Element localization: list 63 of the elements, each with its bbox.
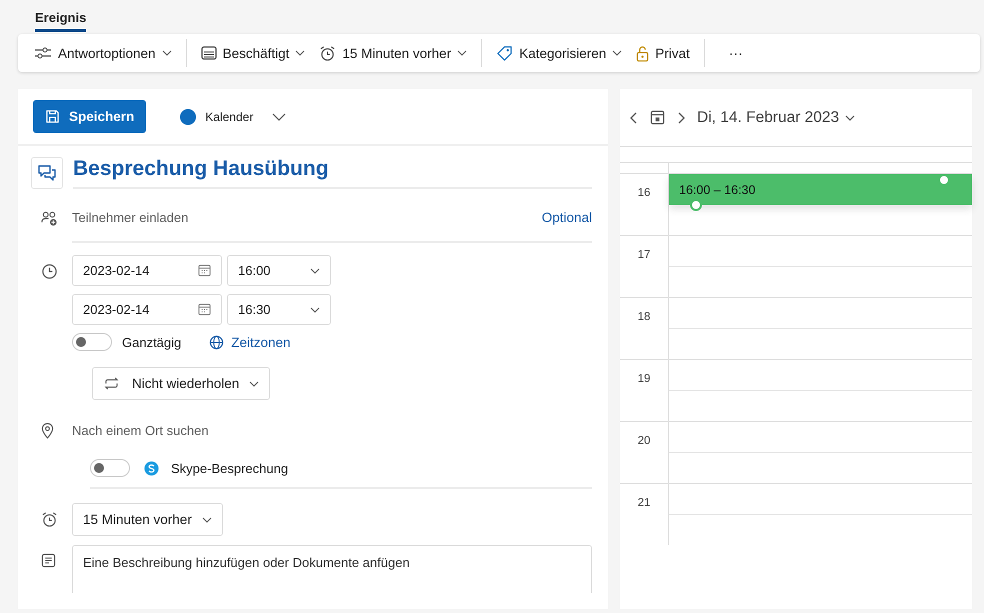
toolbar-dropdown[interactable]: Antwortoptionen xyxy=(28,38,178,68)
chevron-down-icon xyxy=(272,112,286,120)
hour-label: 20 xyxy=(636,434,652,449)
chevron-down-icon xyxy=(162,50,172,56)
padlock-icon xyxy=(636,44,650,62)
all-day-toggle[interactable] xyxy=(72,333,112,351)
chevron-down-icon xyxy=(202,516,212,522)
online-meeting-toggle[interactable] xyxy=(90,459,130,477)
alarm-clock-icon xyxy=(319,44,336,62)
attendees-field[interactable]: Teilnehmer einladen xyxy=(72,210,188,224)
calendar-picker[interactable]: Kalender xyxy=(174,108,292,126)
location-pin-icon xyxy=(41,422,54,438)
toolbar-button[interactable]: Privat xyxy=(630,38,696,68)
tag-icon xyxy=(496,44,514,62)
toolbar-dropdown[interactable]: 15 Minuten vorher xyxy=(313,38,474,68)
date-picker-button[interactable]: Di, 14. Februar 2023 xyxy=(697,108,856,126)
timezones-link[interactable]: Zeitzonen xyxy=(209,334,291,350)
alarm-clock-icon xyxy=(41,511,58,528)
toolbar-dropdown[interactable]: Beschäftigt xyxy=(194,38,312,68)
save-button[interactable]: Speichern xyxy=(33,100,146,133)
hour-label: 18 xyxy=(636,310,652,325)
hour-label: 21 xyxy=(636,496,652,511)
next-day-button[interactable] xyxy=(677,112,685,124)
chevron-down-icon xyxy=(249,380,260,386)
more-button[interactable]: ··· xyxy=(712,38,759,68)
skype-icon xyxy=(144,460,159,476)
description-field[interactable]: Eine Beschreibung hinzufügen oder Dokumente anfügen xyxy=(72,545,592,593)
optional-link[interactable]: Optional xyxy=(542,210,592,224)
chevron-down-icon xyxy=(310,306,320,312)
chat-icon xyxy=(31,157,63,189)
location-field[interactable]: Nach einem Ort suchen xyxy=(72,422,209,438)
hour-slot[interactable]: 16:00 – 16:30 xyxy=(668,174,972,235)
previous-day-button[interactable] xyxy=(630,112,638,124)
hour-label: 17 xyxy=(636,248,652,263)
time-dropdown[interactable]: 16:00 xyxy=(227,255,331,286)
all-day-label: Ganztägig xyxy=(122,334,182,350)
calendar-icon xyxy=(198,303,211,316)
people-add-icon xyxy=(41,210,58,226)
chevron-down-icon xyxy=(612,50,622,56)
today-button[interactable] xyxy=(650,110,665,125)
event-block[interactable]: 16:00 – 16:30 xyxy=(669,174,972,205)
hour-label: 16 xyxy=(636,186,652,201)
reminder-dropdown[interactable]: 15 Minuten vorher xyxy=(72,503,223,536)
skype-meeting-label: Skype-Besprechung xyxy=(171,460,288,476)
hour-label: 19 xyxy=(636,372,652,387)
resize-handle[interactable] xyxy=(690,199,702,211)
time-dropdown[interactable]: 16:30 xyxy=(227,294,331,325)
note-icon xyxy=(41,553,56,568)
calendar-icon xyxy=(198,264,211,277)
chevron-down-icon xyxy=(457,50,468,56)
busy-icon xyxy=(200,46,217,60)
repeat-dropdown[interactable]: Nicht wiederholen xyxy=(92,367,270,400)
event-title[interactable]: Besprechung Hausübung xyxy=(73,157,329,180)
globe-icon xyxy=(209,334,224,350)
date-field[interactable]: 2023-02-14 xyxy=(72,294,222,325)
date-field[interactable]: 2023-02-14 xyxy=(72,255,222,286)
toolbar-dropdown[interactable]: Kategorisieren xyxy=(490,38,628,68)
chevron-down-icon xyxy=(845,114,856,120)
chevron-down-icon xyxy=(295,50,306,56)
sliders-icon xyxy=(34,46,52,60)
chevron-down-icon xyxy=(310,268,320,274)
repeat-icon xyxy=(103,377,120,390)
clock-icon xyxy=(41,263,58,280)
